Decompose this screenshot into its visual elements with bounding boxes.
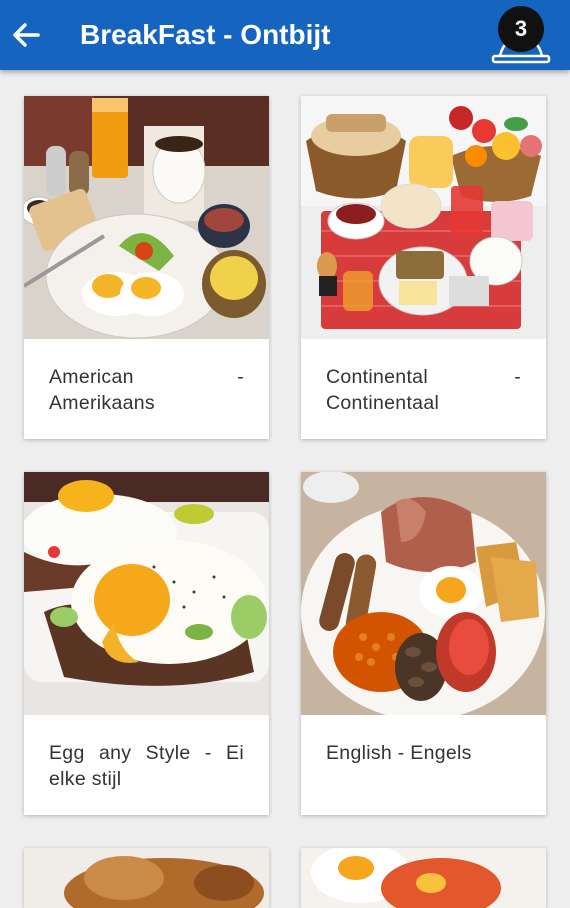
menu-card-continental[interactable]: Continental - Continentaal bbox=[301, 96, 546, 439]
arrow-back-icon bbox=[13, 23, 40, 47]
menu-card-label: English - Engels bbox=[326, 742, 472, 764]
american-breakfast-image bbox=[24, 96, 269, 339]
back-button[interactable] bbox=[10, 19, 42, 51]
eggs-bacon-image bbox=[301, 848, 546, 908]
menu-card-label: Continental - Continentaal bbox=[326, 366, 521, 414]
continental-breakfast-image bbox=[301, 96, 546, 339]
menu-card-partial-right[interactable] bbox=[301, 848, 546, 908]
menu-card-english[interactable]: English - Engels bbox=[301, 472, 546, 815]
english-breakfast-image bbox=[301, 472, 546, 715]
cart-count-badge: 3 bbox=[498, 6, 544, 52]
pancakes-image bbox=[24, 848, 269, 908]
menu-card-partial-left[interactable] bbox=[24, 848, 269, 908]
app-bar: BreakFast - Ontbijt 3 bbox=[0, 0, 570, 70]
page-title: BreakFast - Ontbijt bbox=[80, 19, 331, 50]
menu-card-american[interactable]: American - Amerikaans bbox=[24, 96, 269, 439]
egg-any-style-image bbox=[24, 472, 269, 715]
menu-card-label: Egg any Style - Ei elke stijl bbox=[49, 742, 244, 790]
menu-card-egg-any-style[interactable]: Egg any Style - Ei elke stijl bbox=[24, 472, 269, 815]
menu-card-label: American - Amerikaans bbox=[49, 366, 244, 414]
